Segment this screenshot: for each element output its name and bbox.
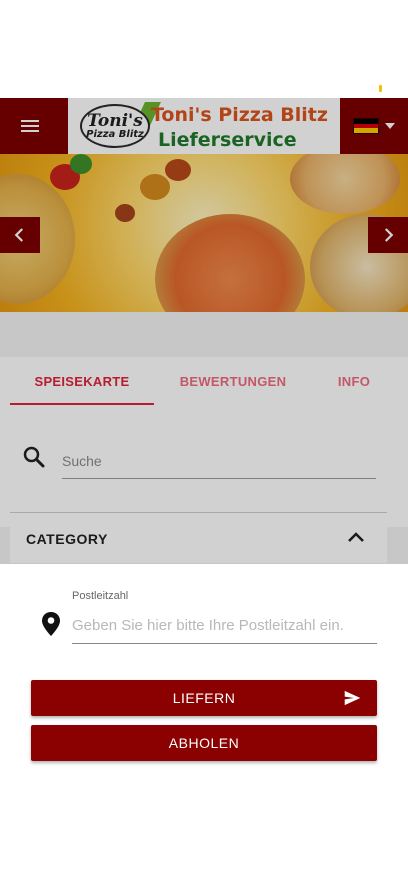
pickup-button[interactable]: ABHOLEN bbox=[31, 725, 377, 761]
pickup-button-label: ABHOLEN bbox=[168, 735, 240, 751]
delivery-bottom-sheet: Postleitzahl LIEFERN ABHOLEN bbox=[0, 564, 408, 804]
send-icon bbox=[344, 690, 361, 706]
postal-code-input[interactable] bbox=[72, 608, 377, 644]
status-indicator bbox=[379, 85, 382, 92]
deliver-button-label: LIEFERN bbox=[172, 690, 236, 706]
deliver-button[interactable]: LIEFERN bbox=[31, 680, 377, 716]
modal-backdrop[interactable] bbox=[0, 98, 408, 564]
app-screen: Toni's Pizza Blitz Toni's Pizza Blitz Li… bbox=[0, 0, 408, 883]
postal-code-label: Postleitzahl bbox=[72, 590, 129, 602]
location-pin-icon bbox=[42, 612, 60, 636]
status-bar bbox=[0, 0, 408, 98]
bottom-area bbox=[0, 804, 408, 883]
